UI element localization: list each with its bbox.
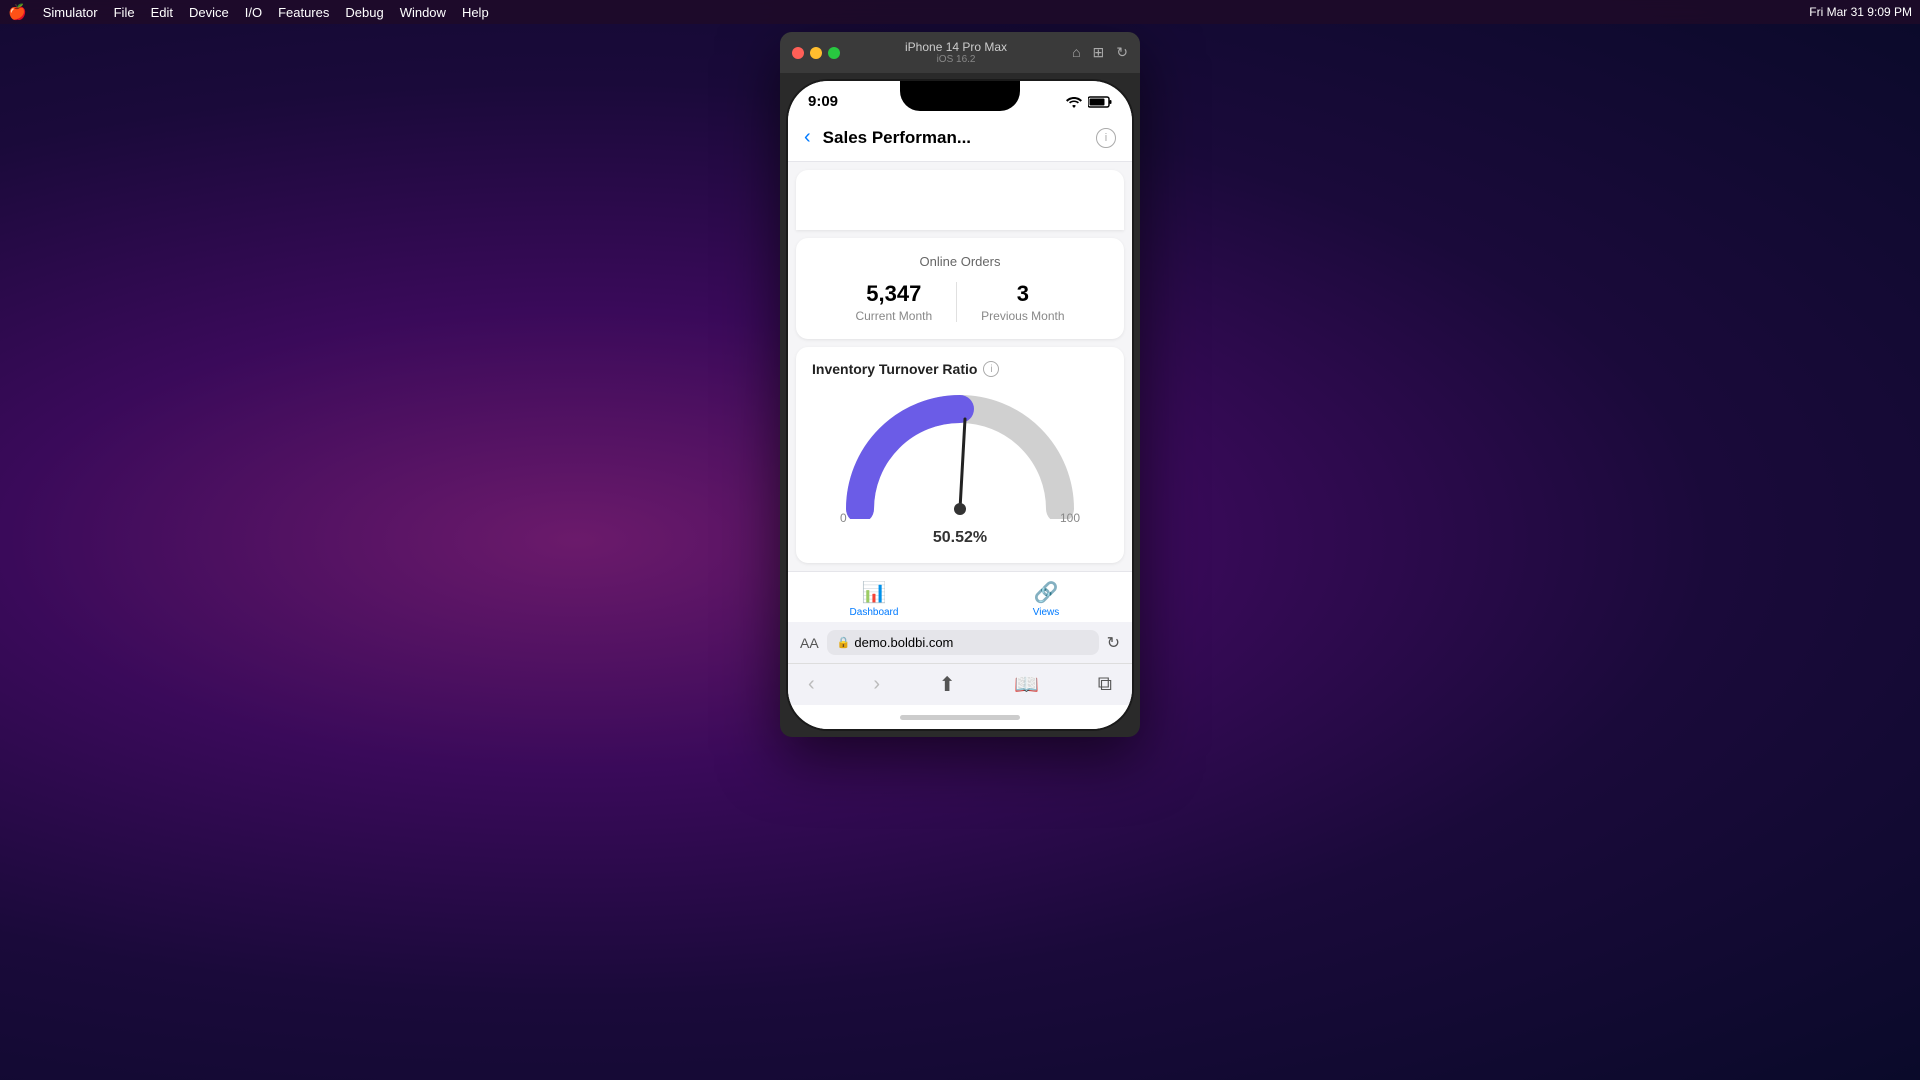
nav-bookmarks-button[interactable]: 📖: [1014, 672, 1039, 697]
simulator-title: iPhone 14 Pro Max iOS 16.2: [840, 40, 1072, 65]
wifi-icon: [1066, 96, 1082, 108]
gauge-chart: [840, 389, 1080, 519]
browser-bar: AA 🔒 demo.boldbi.com ↻: [788, 622, 1132, 663]
status-bar: 9:09: [788, 81, 1132, 114]
browser-aa-button[interactable]: AA: [800, 635, 819, 651]
gauge-labels: 0 100: [840, 511, 1080, 525]
home-indicator: [788, 705, 1132, 729]
app-header: ‹ Sales Performan... i: [788, 114, 1132, 162]
dynamic-island: [900, 81, 1020, 111]
current-month-label: Current Month: [855, 309, 932, 323]
home-bar: [900, 715, 1020, 720]
menu-simulator[interactable]: Simulator: [43, 5, 98, 20]
menu-features[interactable]: Features: [278, 5, 329, 20]
metrics-row: 5,347 Current Month 3 Previous Month: [812, 281, 1108, 323]
simulator-window: iPhone 14 Pro Max iOS 16.2 ⌂ ⊞ ↻ 9:09: [780, 32, 1140, 737]
status-time: 9:09: [808, 93, 838, 110]
gauge-min-label: 0: [840, 511, 847, 525]
inventory-turnover-card: Inventory Turnover Ratio i: [796, 347, 1124, 563]
menubar-right: Fri Mar 31 9:09 PM: [1809, 5, 1912, 19]
sim-titlebar: iPhone 14 Pro Max iOS 16.2 ⌂ ⊞ ↻: [780, 32, 1140, 73]
card-title-row: Inventory Turnover Ratio i: [812, 361, 1108, 377]
menu-device[interactable]: Device: [189, 5, 229, 20]
dashboard-icon: 📊: [862, 580, 887, 605]
iphone-body: 9:09 ‹ Sales Performan... i: [788, 81, 1132, 729]
menu-edit[interactable]: Edit: [151, 5, 173, 20]
maximize-button[interactable]: [828, 47, 840, 59]
tab-dashboard[interactable]: 📊 Dashboard: [788, 580, 960, 618]
menu-io[interactable]: I/O: [245, 5, 262, 20]
app-title: Sales Performan...: [823, 128, 1084, 148]
menu-file[interactable]: File: [114, 5, 135, 20]
traffic-lights: [792, 47, 840, 59]
views-label: Views: [1033, 607, 1060, 618]
menu-help[interactable]: Help: [462, 5, 489, 20]
current-month-value: 5,347: [855, 281, 932, 307]
menu-debug[interactable]: Debug: [345, 5, 383, 20]
sim-toolbar: ⌂ ⊞ ↻: [1072, 44, 1128, 61]
scroll-content: Online Orders 5,347 Current Month 3 Prev…: [788, 162, 1132, 571]
status-icons: [1066, 96, 1112, 108]
sim-home-icon[interactable]: ⌂: [1072, 44, 1080, 61]
menubar: 🍎 Simulator File Edit Device I/O Feature…: [0, 0, 1920, 24]
sim-rotate-icon[interactable]: ↻: [1116, 44, 1128, 61]
dashboard-label: Dashboard: [850, 607, 899, 618]
views-icon: 🔗: [1034, 580, 1059, 605]
nav-share-button[interactable]: ⬆: [939, 672, 956, 697]
nav-tabs-button[interactable]: ⧉: [1098, 673, 1112, 696]
back-button[interactable]: ‹: [804, 126, 811, 149]
online-orders-label: Online Orders: [812, 254, 1108, 269]
previous-month-label: Previous Month: [981, 309, 1064, 323]
current-month-metric: 5,347 Current Month: [855, 281, 932, 323]
gauge-container: 0 100 50.52%: [812, 389, 1108, 547]
menu-window[interactable]: Window: [400, 5, 446, 20]
minimize-button[interactable]: [810, 47, 822, 59]
browser-url-box[interactable]: 🔒 demo.boldbi.com: [827, 630, 1099, 655]
browser-nav: ‹ › ⬆ 📖 ⧉: [788, 663, 1132, 705]
gauge-max-label: 100: [1060, 511, 1080, 525]
battery-icon: [1088, 96, 1112, 108]
tab-views[interactable]: 🔗 Views: [960, 580, 1132, 618]
header-info-icon[interactable]: i: [1096, 128, 1116, 148]
gauge-value-display: 50.52%: [933, 529, 987, 547]
inventory-info-icon[interactable]: i: [983, 361, 999, 377]
reload-button[interactable]: ↻: [1107, 633, 1120, 653]
menubar-left: 🍎 Simulator File Edit Device I/O Feature…: [8, 3, 489, 21]
online-orders-card: Online Orders 5,347 Current Month 3 Prev…: [796, 238, 1124, 339]
sim-screen-icon[interactable]: ⊞: [1093, 44, 1105, 61]
menubar-datetime: Fri Mar 31 9:09 PM: [1809, 5, 1912, 19]
close-button[interactable]: [792, 47, 804, 59]
partial-card: [796, 170, 1124, 230]
nav-forward-button[interactable]: ›: [873, 673, 880, 696]
url-text: demo.boldbi.com: [854, 635, 953, 650]
previous-month-metric: 3 Previous Month: [981, 281, 1064, 323]
metric-divider: [956, 282, 957, 322]
apple-menu[interactable]: 🍎: [8, 3, 27, 21]
lock-icon: 🔒: [837, 636, 851, 649]
bottom-tabbar: 📊 Dashboard 🔗 Views: [788, 571, 1132, 622]
nav-back-button[interactable]: ‹: [808, 673, 815, 696]
inventory-title: Inventory Turnover Ratio: [812, 361, 977, 377]
previous-month-value: 3: [981, 281, 1064, 307]
